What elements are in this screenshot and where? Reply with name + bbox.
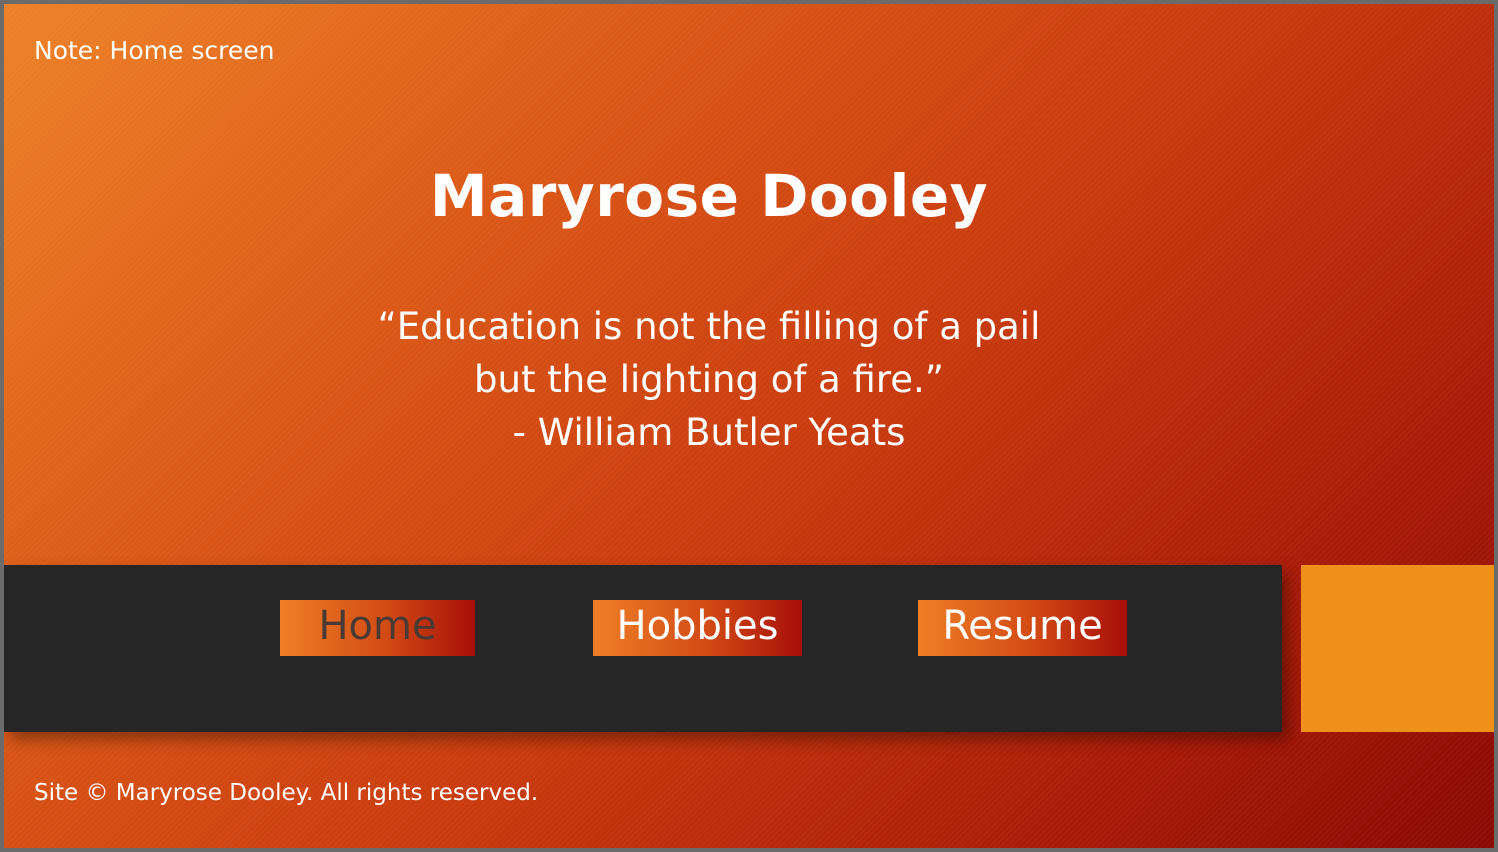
hobbies-nav-button[interactable]: Hobbies: [593, 600, 802, 656]
resume-nav-button[interactable]: Resume: [918, 600, 1127, 656]
quote-block: “Education is not the filling of a pail …: [4, 300, 1414, 459]
quote-line-1: “Education is not the filling of a pail: [377, 305, 1041, 348]
accent-block: [1301, 565, 1494, 732]
note-text: Note: Home screen: [34, 36, 275, 65]
page-title: Maryrose Dooley: [429, 162, 989, 230]
copyright-footer: Site © Maryrose Dooley. All rights reser…: [34, 780, 539, 806]
home-nav-button[interactable]: Home: [280, 600, 475, 656]
quote-line-2: but the lighting of a fire.”: [474, 358, 944, 401]
home-screen: Note: Home screen Maryrose Dooley “Educa…: [4, 4, 1494, 848]
quote-attribution: - William Butler Yeats: [512, 411, 906, 454]
navigation-bar: Home Hobbies Resume: [4, 565, 1282, 732]
